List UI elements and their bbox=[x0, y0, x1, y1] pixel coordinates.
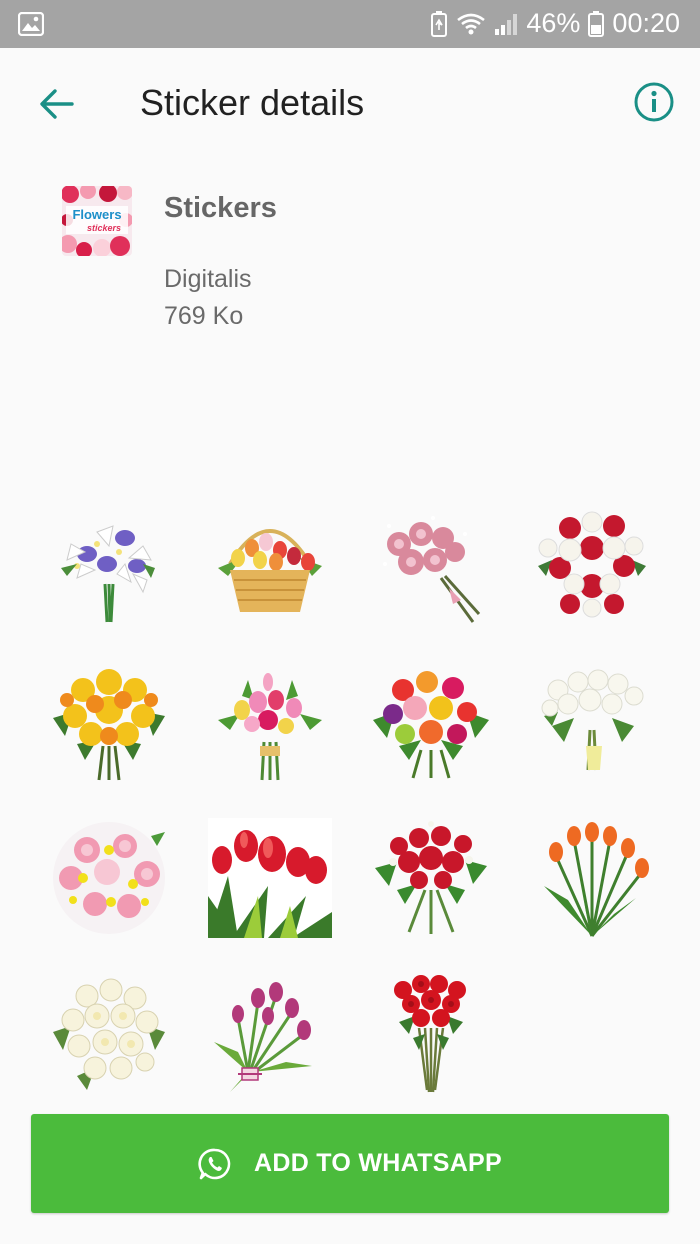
pack-size: 769 Ko bbox=[164, 302, 244, 330]
status-bar: 46% 00:20 bbox=[0, 0, 700, 48]
signal-icon bbox=[494, 12, 518, 36]
app-bar: Sticker details bbox=[0, 48, 700, 160]
info-icon bbox=[634, 82, 674, 122]
back-button[interactable] bbox=[28, 76, 84, 132]
page-title: Sticker details bbox=[140, 82, 365, 123]
pack-publisher: Digitalis bbox=[164, 265, 252, 293]
pack-name: Stickers bbox=[164, 192, 277, 224]
pink-rose-bouquet-icon bbox=[382, 516, 480, 623]
sticker-red-tulips-closeup[interactable] bbox=[189, 800, 350, 956]
pack-tray-icon: Flowers stickers bbox=[62, 186, 132, 256]
arrow-back-icon bbox=[40, 89, 74, 119]
sticker-red-rose-bouquet[interactable] bbox=[350, 956, 511, 1112]
sticker-white-rose-round-bouquet[interactable] bbox=[28, 956, 189, 1112]
thumb-title: Flowers bbox=[72, 207, 121, 222]
battery-percent: 46% bbox=[526, 8, 581, 38]
image-notification-icon bbox=[17, 11, 45, 41]
mixed-spring-bouquet-icon bbox=[217, 673, 322, 781]
lily-iris-bouquet-icon bbox=[60, 525, 155, 623]
sticker-white-rose-bouquet[interactable] bbox=[511, 644, 672, 800]
clock: 00:20 bbox=[612, 8, 680, 38]
red-carnation-bouquet-icon bbox=[374, 821, 487, 934]
white-rose-bouquet-icon bbox=[541, 669, 643, 771]
purple-tulip-bouquet-icon bbox=[213, 982, 312, 1092]
red-white-rose-bouquet-icon bbox=[537, 511, 646, 618]
colorful-mixed-bouquet-icon bbox=[372, 671, 489, 779]
battery-icon bbox=[588, 10, 605, 37]
sticker-mixed-spring-bouquet[interactable] bbox=[189, 644, 350, 800]
wifi-icon bbox=[456, 12, 486, 36]
sticker-yellow-orange-bouquet[interactable] bbox=[28, 644, 189, 800]
yellow-orange-bouquet-icon bbox=[52, 669, 165, 781]
sticker-red-white-rose-bouquet[interactable] bbox=[511, 488, 672, 644]
sticker-tulip-basket[interactable] bbox=[189, 488, 350, 644]
orange-tulips-icon bbox=[543, 822, 649, 937]
sticker-orange-tulips[interactable] bbox=[511, 800, 672, 956]
add-to-whatsapp-button[interactable]: ADD TO WHATSAPP bbox=[31, 1114, 669, 1213]
whatsapp-icon bbox=[198, 1148, 231, 1179]
sticker-purple-tulip-bouquet[interactable] bbox=[189, 956, 350, 1112]
sticker-lily-iris-bouquet[interactable] bbox=[28, 488, 189, 644]
sticker-grid bbox=[28, 488, 672, 1112]
sticker-pink-rose-bouquet[interactable] bbox=[350, 488, 511, 644]
battery-saver-icon bbox=[430, 10, 448, 37]
info-button[interactable] bbox=[630, 78, 678, 126]
sticker-red-carnation-bouquet[interactable] bbox=[350, 800, 511, 956]
sticker-colorful-mixed-bouquet[interactable] bbox=[350, 644, 511, 800]
thumb-subtitle: stickers bbox=[87, 223, 121, 233]
add-to-whatsapp-label: ADD TO WHATSAPP bbox=[253, 1149, 503, 1177]
red-rose-bouquet-icon bbox=[393, 975, 466, 1093]
white-rose-round-bouquet-icon bbox=[52, 978, 165, 1090]
pink-chrysanthemum-bouquet-icon bbox=[52, 822, 165, 934]
sticker-pink-chrysanthemum-bouquet[interactable] bbox=[28, 800, 189, 956]
red-tulips-closeup-icon bbox=[207, 818, 332, 938]
tulip-basket-icon bbox=[217, 529, 322, 612]
